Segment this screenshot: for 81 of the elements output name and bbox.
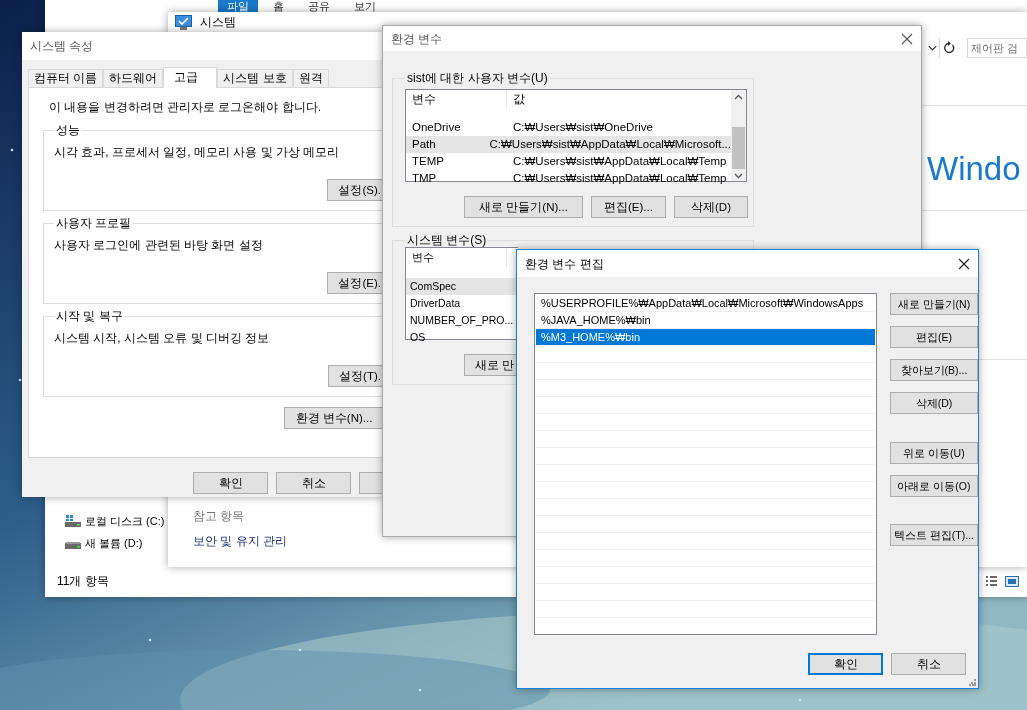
dialog-title: 환경 변수 편집 bbox=[524, 255, 604, 273]
ribbon-tab[interactable]: 파일 bbox=[218, 0, 258, 12]
resize-grip-icon[interactable] bbox=[969, 679, 976, 686]
dialog-button[interactable]: 삭제(D) bbox=[889, 392, 978, 414]
table-cell-text: C:₩Users₩sist₩AppData₩Local₩Temp bbox=[512, 171, 727, 186]
dialog-button[interactable]: 아래로 이동(O) bbox=[889, 475, 978, 497]
ribbon-tab[interactable]: 보기 bbox=[345, 0, 385, 12]
table-cell-text: ComSpec bbox=[409, 279, 457, 294]
heading: Windo bbox=[926, 149, 1022, 189]
table-row[interactable]: TEMP C:₩Users₩sist₩AppData₩Local₩Temp bbox=[406, 153, 731, 170]
dialog-title: 시스템 속성 bbox=[29, 38, 95, 55]
table-cell-text: NUMBER_OF_PRO... bbox=[409, 313, 514, 328]
group-description: 시스템 시작, 시스템 오류 및 디버깅 정보 bbox=[54, 330, 271, 347]
dialog-button[interactable]: 취소 bbox=[891, 653, 966, 675]
dialog-button[interactable]: 확인 bbox=[808, 653, 883, 675]
group-description: 사용자 로그인에 관련된 바탕 화면 설정 bbox=[54, 237, 264, 254]
table-cell-text: OS bbox=[409, 330, 426, 345]
dialog-button[interactable]: 찾아보기(B)... bbox=[889, 359, 978, 381]
settings-button[interactable]: 설정(S). bbox=[327, 179, 383, 201]
nav-item[interactable]: 로컬 디스크 (C:) bbox=[85, 512, 165, 530]
close-icon[interactable] bbox=[901, 32, 913, 45]
tab[interactable]: 컴퓨터 이름 bbox=[28, 69, 104, 87]
table-row[interactable]: Path C:₩Users₩sist₩AppData₩Local₩Microsoft... bbox=[406, 136, 731, 153]
link[interactable]: 보안 및 유지 관리 bbox=[193, 532, 287, 550]
table-cell-text: DriverData bbox=[409, 296, 461, 311]
column-header[interactable]: 변수 bbox=[406, 90, 507, 109]
settings-button[interactable]: 설정(E). bbox=[327, 272, 383, 294]
tab[interactable]: 시스템 보호 bbox=[217, 69, 293, 87]
table-row[interactable]: OneDrive C:₩Users₩sist₩OneDrive bbox=[406, 119, 731, 136]
tab[interactable]: 하드웨어 bbox=[103, 69, 164, 87]
environment-variables-button[interactable]: 환경 변수(N)... bbox=[284, 407, 383, 429]
dialog-button[interactable]: 위로 이동(U) bbox=[889, 442, 978, 464]
column-header[interactable]: 값 bbox=[507, 90, 525, 109]
list-item[interactable]: %USERPROFILE%₩AppData₩Local₩Microsoft₩WindowsApps bbox=[536, 295, 875, 312]
notice-text: 이 내용을 변경하려면 관리자로 로그온해야 합니다. bbox=[48, 99, 322, 116]
settings-button[interactable]: 설정(T). bbox=[328, 365, 383, 387]
table-cell-text: C:₩Users₩sist₩OneDrive bbox=[512, 120, 653, 135]
table-row[interactable]: OS bbox=[406, 329, 518, 346]
group-title: 시작 및 복구 bbox=[55, 309, 124, 323]
tab[interactable]: 원격 bbox=[292, 69, 329, 87]
table-row[interactable]: ComSpec bbox=[406, 278, 518, 295]
tab[interactable]: 고급 bbox=[163, 67, 218, 88]
drive-icon bbox=[65, 515, 81, 527]
table-cell-text: C:₩Users₩sist₩AppData₩Local₩Temp bbox=[512, 154, 727, 169]
large-icons-view-icon[interactable] bbox=[1005, 575, 1019, 587]
table-row[interactable]: TMP C:₩Users₩sist₩AppData₩Local₩Temp bbox=[406, 170, 731, 187]
table-row[interactable]: DriverData bbox=[406, 295, 518, 312]
dialog-button[interactable]: 편집(E) bbox=[889, 326, 978, 348]
group-title: sist에 대한 사용자 변수(U) bbox=[406, 71, 549, 85]
group-title: 성능 bbox=[55, 123, 81, 137]
table-cell-text: TMP bbox=[411, 171, 438, 186]
close-icon[interactable] bbox=[958, 257, 970, 270]
ribbon-tab[interactable]: 공유 bbox=[299, 0, 339, 12]
nav-item[interactable]: 새 볼륨 (D:) bbox=[85, 534, 143, 552]
column-header[interactable]: 변수 bbox=[406, 248, 507, 267]
search-field[interactable]: 제어판 검 bbox=[967, 38, 1027, 58]
dialog-button[interactable]: 새로 만들기(N)... bbox=[464, 196, 583, 218]
table-cell-text: C:₩Users₩sist₩AppData₩Local₩Microsoft... bbox=[488, 137, 731, 152]
details-view-icon[interactable] bbox=[986, 576, 997, 586]
table-cell-text: OneDrive bbox=[411, 120, 462, 135]
dialog-button[interactable]: 새로 만들기(N) bbox=[889, 293, 978, 315]
status-text: 11개 항목 bbox=[57, 573, 109, 590]
window-title: 시스템 bbox=[200, 14, 236, 31]
scrollbar[interactable] bbox=[731, 90, 746, 181]
dialog-button[interactable]: 삭제(D) bbox=[674, 196, 748, 218]
dropdown-icon[interactable] bbox=[926, 38, 940, 58]
dialog-button[interactable]: 취소 bbox=[276, 472, 351, 494]
dialog-button[interactable]: 편집(E)... bbox=[591, 196, 666, 218]
table-row[interactable]: NUMBER_OF_PRO... bbox=[406, 312, 518, 329]
dialog-button[interactable]: 텍스트 편집(T)... bbox=[889, 524, 978, 546]
dialog-button[interactable]: 확인 bbox=[193, 472, 268, 494]
ribbon-tab[interactable]: 홈 bbox=[264, 0, 293, 12]
group-title: 사용자 프로필 bbox=[55, 216, 133, 230]
table-cell-text: TEMP bbox=[411, 154, 445, 169]
section-heading: 참고 항목 bbox=[193, 508, 246, 525]
dialog-button[interactable]: 새로 만 bbox=[464, 354, 518, 376]
dialog-title: 환경 변수 bbox=[390, 30, 443, 48]
group-title: 시스템 변수(S) bbox=[406, 233, 488, 247]
table-cell-text: Path bbox=[411, 137, 437, 152]
group-description: 시각 효과, 프로세서 일정, 메모리 사용 및 가상 메모리 bbox=[54, 144, 341, 161]
list-item[interactable]: %M3_HOME%₩bin bbox=[536, 329, 875, 346]
